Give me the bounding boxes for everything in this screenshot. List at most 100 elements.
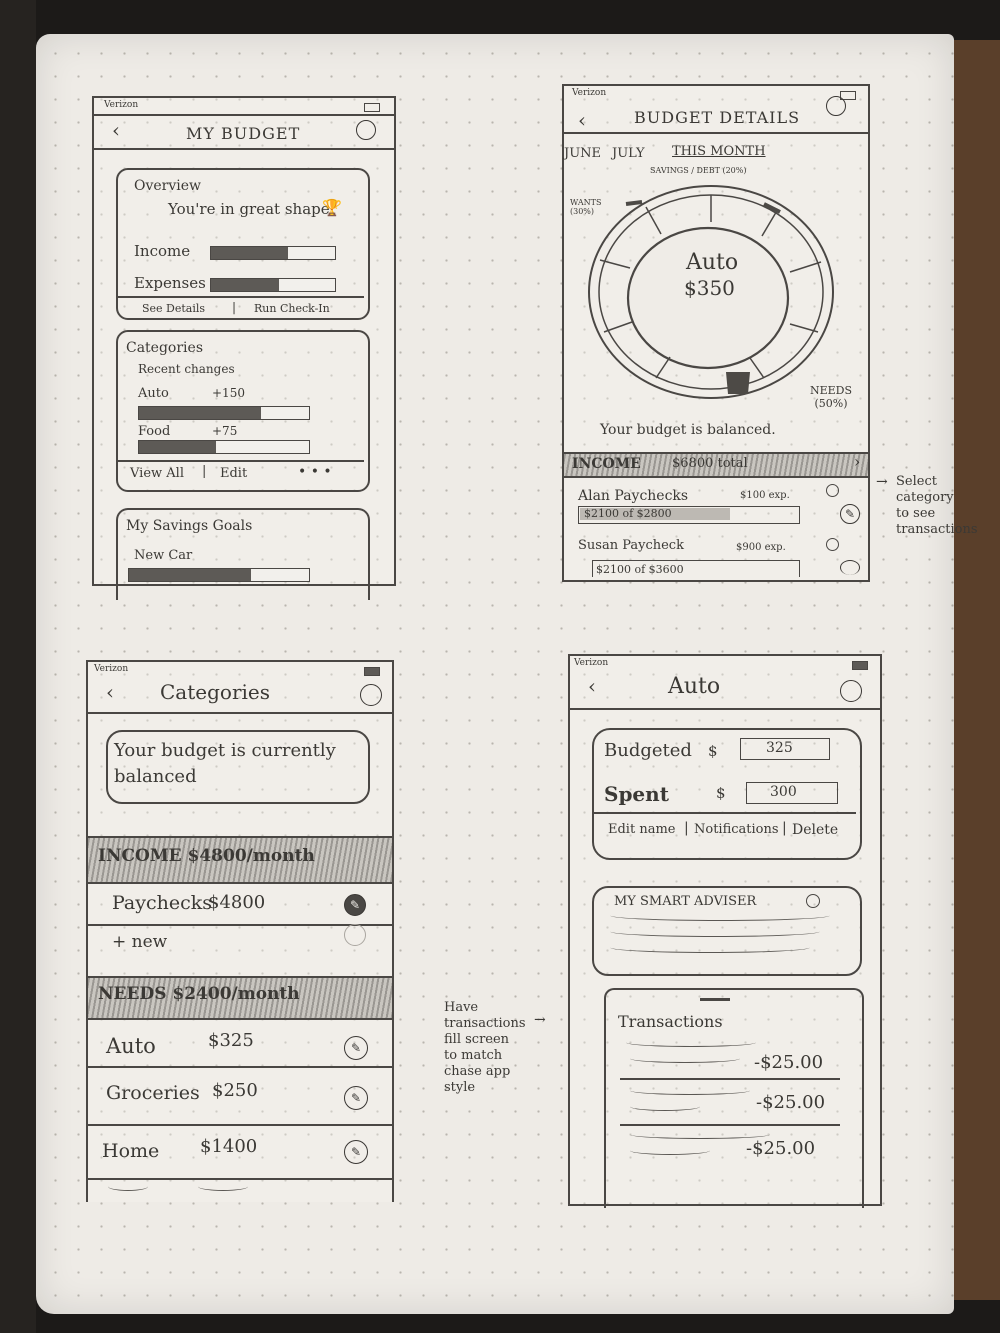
income-label: Income [134, 242, 191, 260]
info-icon[interactable] [826, 538, 839, 551]
overview-heading: Overview [134, 178, 202, 194]
link-divider: | [232, 300, 237, 314]
income-row-name[interactable]: Alan Paychecks [578, 488, 688, 504]
annotation-transactions: Have transactions fill screen to match c… [444, 1000, 526, 1095]
add-circle-icon[interactable] [344, 924, 366, 946]
profile-icon[interactable] [356, 120, 376, 140]
category-name[interactable]: Auto [106, 1034, 156, 1058]
needs-label: NEEDS (50%) [809, 384, 853, 410]
category-amount: $4800 [208, 892, 266, 913]
income-header-label: INCOME [572, 456, 641, 472]
back-icon[interactable]: ‹ [106, 680, 114, 704]
arrow-icon: → [534, 1012, 546, 1028]
transaction-text-scribble [626, 1038, 756, 1047]
category-name[interactable]: Paychecks [112, 892, 212, 914]
month-tab-july[interactable]: JULY [612, 146, 645, 161]
profile-icon[interactable] [840, 680, 862, 702]
category-name[interactable]: Home [102, 1140, 159, 1162]
carrier-label: Verizon [94, 664, 129, 674]
budgeted-label: Budgeted [604, 740, 692, 761]
category-name[interactable]: Groceries [106, 1082, 200, 1104]
edit-pencil-icon[interactable]: ✎ [344, 1036, 368, 1060]
screen-categories: Verizon ‹ Categories Your budget is curr… [86, 660, 394, 1202]
notifications-link[interactable]: Notifications [694, 822, 779, 837]
battery-icon [364, 667, 380, 676]
category-bar-food [138, 440, 310, 454]
scribble [198, 1182, 248, 1191]
link-divider: | [684, 820, 689, 836]
run-checkin-link[interactable]: Run Check-In [254, 302, 330, 315]
trophy-icon: 🏆 [322, 198, 342, 217]
progress-fill [129, 569, 252, 581]
progress-fill [139, 407, 262, 419]
category-bar-auto [138, 406, 310, 420]
page-title: Categories [160, 680, 270, 704]
month-tab-june[interactable]: JUNE [564, 146, 601, 161]
info-icon[interactable] [826, 484, 839, 497]
notebook-edge [954, 40, 1000, 1300]
income-row-exp: $100 exp. [740, 490, 790, 501]
income-total: $6800 total [672, 456, 748, 471]
spent-label: Spent [604, 782, 669, 806]
recent-changes-label: Recent changes [138, 362, 235, 376]
income-row-exp: $900 exp. [736, 542, 786, 553]
income-row-name[interactable]: Susan Paycheck [578, 538, 684, 553]
add-category-button[interactable]: + new [112, 932, 167, 952]
profile-icon[interactable] [826, 96, 846, 116]
transaction-text-scribble [630, 1146, 710, 1155]
category-change-food: +75 [212, 424, 238, 438]
screen-auto-category: Verizon ‹ Auto Budgeted $ 325 Spent $ 30… [568, 654, 882, 1208]
link-divider: | [202, 464, 207, 479]
adviser-text-scribble [610, 926, 820, 937]
adviser-text-scribble [610, 910, 830, 921]
delete-link[interactable]: Delete [792, 822, 838, 838]
category-item-food: Food [138, 424, 171, 439]
back-icon[interactable]: ‹ [578, 108, 586, 132]
transaction-amount[interactable]: -$25.00 [754, 1052, 823, 1073]
edit-name-link[interactable]: Edit name [608, 822, 675, 837]
carrier-label: Verizon [104, 100, 139, 110]
edit-pencil-icon[interactable]: ✎ [344, 1086, 368, 1110]
progress-fill [211, 279, 280, 291]
back-icon[interactable]: ‹ [112, 118, 120, 142]
overview-status: You're in great shape [168, 200, 330, 218]
arrow-icon: → [876, 474, 888, 490]
back-icon[interactable]: ‹ [588, 674, 596, 698]
profile-icon[interactable] [360, 684, 382, 706]
carrier-label: Verizon [574, 658, 609, 668]
edit-pencil-icon[interactable]: ✎ [840, 504, 860, 524]
income-row-progress: $2100 of $2800 [584, 507, 672, 520]
see-details-link[interactable]: See Details [142, 302, 205, 315]
battery-icon [364, 103, 380, 112]
month-tab-this-month[interactable]: THIS MONTH [672, 144, 766, 159]
progress-fill [139, 441, 216, 453]
edit-pencil-icon[interactable]: ✎ [344, 894, 366, 916]
more-icon[interactable]: • • • [298, 464, 332, 480]
view-all-link[interactable]: View All [130, 466, 184, 481]
transaction-amount[interactable]: -$25.00 [746, 1138, 815, 1159]
chevron-right-icon[interactable]: › [854, 452, 860, 471]
link-divider: | [782, 820, 787, 836]
income-row-progress: $2100 of $3600 [596, 563, 684, 576]
spent-value: 300 [770, 784, 797, 800]
edit-pencil-icon[interactable] [840, 560, 860, 575]
donut-center-value: $350 [684, 276, 735, 300]
progress-fill [211, 247, 288, 259]
page-title: MY BUDGET [186, 124, 301, 143]
transaction-amount[interactable]: -$25.00 [756, 1092, 825, 1113]
annotation-select-category: Select category to see transactions [896, 474, 978, 537]
edit-link[interactable]: Edit [220, 466, 247, 481]
notebook-binding [0, 0, 36, 1333]
transactions-title: Transactions [618, 1012, 723, 1031]
transaction-text-scribble [630, 1086, 750, 1095]
info-icon[interactable] [806, 894, 820, 908]
category-amount: $250 [212, 1080, 258, 1101]
screen-budget-details: Verizon ‹ BUDGET DETAILS JUNE JULY THIS … [562, 84, 870, 582]
battery-icon [852, 661, 868, 670]
savings-item: New Car [134, 548, 193, 563]
needs-section-label: NEEDS $2400/month [98, 984, 300, 1004]
transaction-text-scribble [630, 1054, 740, 1063]
category-item-auto: Auto [138, 386, 169, 401]
transaction-text-scribble [630, 1102, 700, 1111]
edit-pencil-icon[interactable]: ✎ [344, 1140, 368, 1164]
